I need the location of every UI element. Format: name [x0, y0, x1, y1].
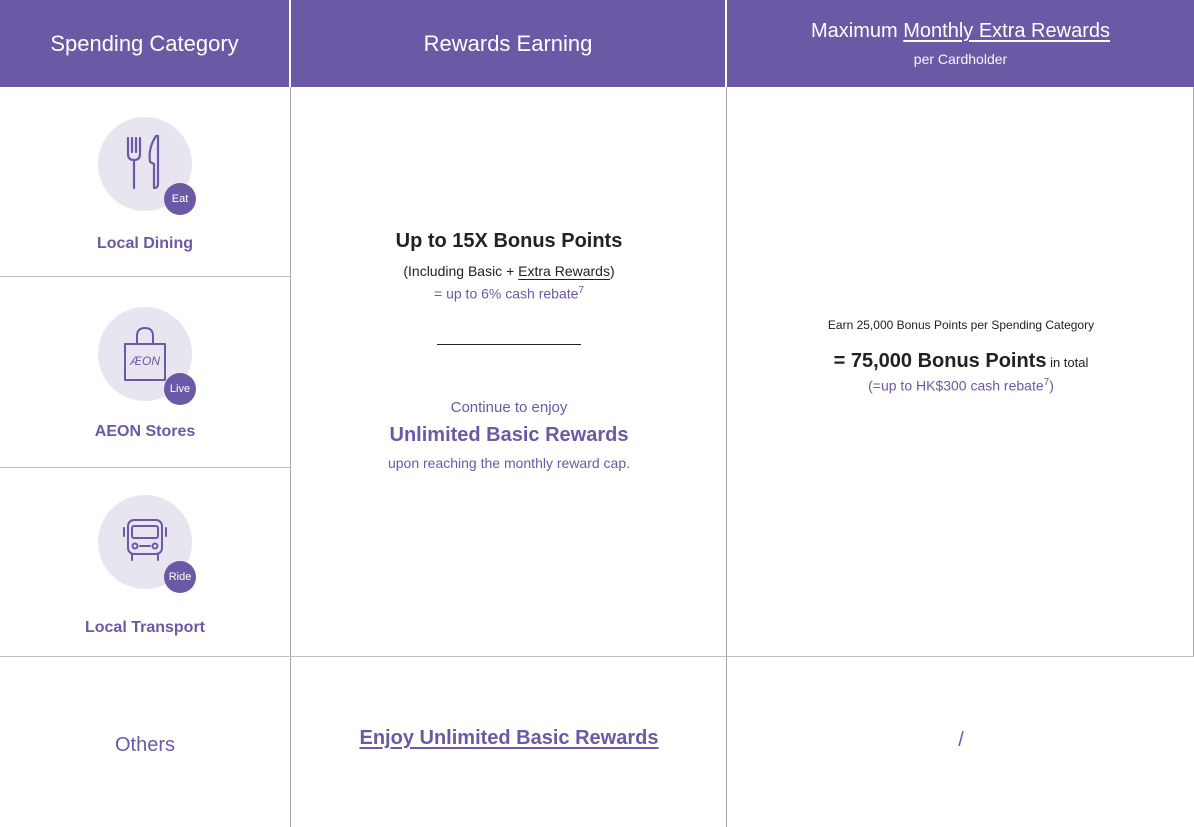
enjoy-unlimited-basic-rewards-link[interactable]: Enjoy Unlimited Basic Rewards	[360, 727, 659, 749]
maximum-rewards-cell: Earn 25,000 Bonus Points per Spending Ca…	[728, 318, 1194, 394]
max-rebate-text: (=up to HK$300 cash rebate	[868, 377, 1044, 394]
header-rewards-earning-label: Rewards Earning	[423, 30, 593, 56]
others-rewards-cell: Enjoy Unlimited Basic Rewards	[292, 727, 726, 750]
footnote-marker[interactable]: 7	[578, 285, 584, 296]
row-divider	[0, 276, 291, 277]
continue-text: Continue to enjoy	[450, 398, 568, 416]
eat-badge: Eat	[164, 183, 196, 215]
header-maximum-rewards: Maximum Monthly Extra Rewards per Cardho…	[727, 0, 1194, 87]
category-local-dining: Eat Local Dining	[0, 117, 290, 253]
including-prefix: (Including Basic +	[403, 263, 519, 279]
category-label-aeon-stores: AEON Stores	[94, 423, 196, 440]
category-icon-circle: ÆON Live	[98, 307, 196, 405]
cash-rebate-text: = up to 6% cash rebate	[434, 285, 579, 302]
ride-badge: Ride	[164, 561, 196, 593]
including-note: (Including Basic + Extra Rewards)	[292, 263, 726, 279]
header-spending-category: Spending Category	[0, 0, 289, 87]
column-divider	[726, 87, 727, 827]
column-divider	[290, 87, 291, 827]
category-aeon-stores: ÆON Live AEON Stores	[0, 307, 290, 441]
total-suffix: in total	[1046, 355, 1089, 370]
reward-cap-note: upon reaching the monthly reward cap.	[387, 454, 631, 471]
category-label-others: Others	[114, 734, 176, 756]
category-label-local-transport: Local Transport	[84, 619, 206, 636]
aeon-logo: ÆON	[130, 354, 160, 368]
fork-knife-icon	[122, 132, 168, 197]
total-bonus-points: = 75,000 Bonus Points in total	[728, 350, 1194, 373]
unlimited-basic-rewards: Unlimited Basic Rewards	[389, 423, 629, 446]
header-max-subtitle: per Cardholder	[913, 51, 1008, 67]
total-bonus-points-value: = 75,000 Bonus Points	[833, 350, 1047, 372]
earn-per-category-text: Earn 25,000 Bonus Points per Spending Ca…	[827, 318, 1095, 332]
header-rewards-earning: Rewards Earning	[291, 0, 725, 87]
rewards-earning-cell: Up to 15X Bonus Points (Including Basic …	[292, 230, 726, 471]
row-divider	[0, 656, 1194, 657]
header-max-prefix: Maximum	[811, 20, 904, 42]
category-icon-circle: Eat	[98, 117, 196, 215]
extra-rewards-link[interactable]: Extra Rewards	[518, 263, 610, 279]
category-local-transport: Ride Local Transport	[0, 495, 290, 637]
row-divider	[0, 467, 291, 468]
shopping-bag-icon: ÆON	[119, 324, 171, 384]
max-rebate-close: )	[1049, 377, 1054, 394]
others-maximum-value: /	[958, 729, 964, 751]
live-badge: Live	[164, 373, 196, 405]
rewards-table: Spending Category Rewards Earning Maximu…	[0, 0, 1194, 827]
including-suffix: )	[609, 263, 615, 279]
category-icon-circle: Ride	[98, 495, 196, 593]
header-spending-category-label: Spending Category	[50, 30, 239, 56]
monthly-extra-rewards-link[interactable]: Monthly Extra Rewards	[903, 20, 1110, 42]
separator-line	[437, 343, 581, 345]
bonus-points-headline: Up to 15X Bonus Points	[395, 230, 623, 252]
category-label-local-dining: Local Dining	[97, 235, 193, 252]
max-cash-rebate: (=up to HK$300 cash rebate7)	[728, 377, 1194, 394]
bus-icon	[120, 518, 170, 567]
cash-rebate-note: = up to 6% cash rebate7	[292, 285, 726, 302]
